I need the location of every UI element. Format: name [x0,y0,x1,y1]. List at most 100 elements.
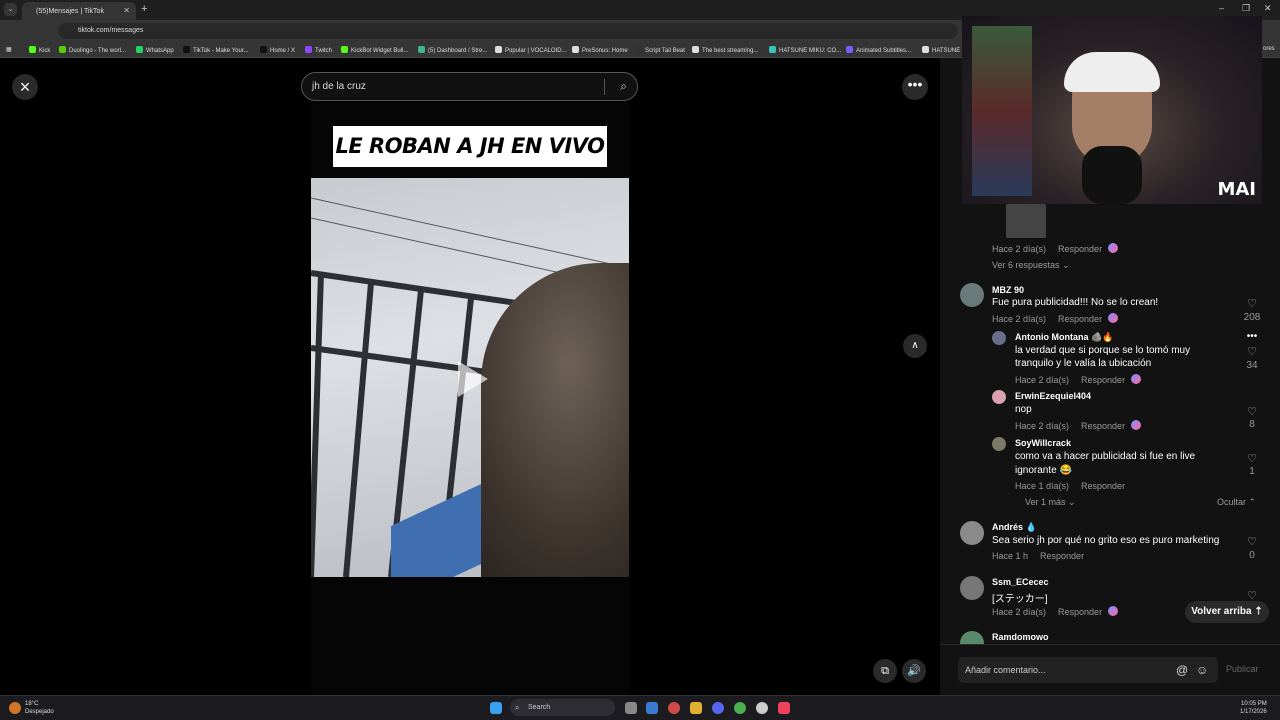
edge-icon[interactable] [646,702,658,714]
reply-button[interactable]: Responder [1058,607,1102,617]
mention-icon[interactable]: @ [1176,657,1188,683]
comment-username[interactable]: Andrés 💧 [992,522,1037,533]
browser-tab[interactable]: (55)Mensajes | TikTok ✕ [22,2,136,20]
avatar[interactable] [992,331,1006,345]
weather-condition: Despejado [25,709,54,715]
emoji-picker-icon[interactable]: ☺ [1196,657,1208,683]
new-tab-icon[interactable]: + [141,3,147,15]
bookmark-icon [418,46,425,53]
bookmark-item[interactable]: Script Tail Beat [635,46,685,54]
comment-username[interactable]: MBZ 90 [992,285,1024,295]
like-count: 8 [1249,419,1255,430]
reply-button[interactable]: Responder [1058,244,1102,254]
comment-meta: Hace 1 día(s) Responder [1015,481,1125,491]
weather-widget[interactable]: 18°C Despejado [25,700,54,716]
emoji-icon: 🪨🔥 [1091,332,1114,342]
heart-icon[interactable]: ♡ [1242,405,1262,418]
more-icon[interactable]: ••• [1242,331,1262,342]
heart-icon[interactable]: ♡ [1242,452,1262,465]
comment-text: la verdad que si porque se lo tomó muy [1015,345,1191,356]
bookmark-item[interactable]: HATSUNE MIKU: CO... [769,46,841,54]
volume-icon[interactable]: 🔊 [902,659,926,683]
comment-username[interactable]: Antonio Montana 🪨🔥 [1015,332,1113,343]
sticker-icon[interactable] [1108,606,1119,616]
bookmark-item[interactable]: Animated Subtitles... [846,46,911,54]
window-close-icon[interactable]: ✕ [1264,3,1272,14]
chatgpt-icon[interactable] [756,702,768,714]
maximize-icon[interactable]: ❐ [1242,3,1250,14]
bookmark-label: Duolingo - The worl... [69,48,126,54]
play-icon[interactable] [458,361,488,397]
taskbar-search[interactable]: ⌕ Search [510,699,615,716]
avatar[interactable] [960,283,984,307]
bookmark-item[interactable]: Duolingo - The worl... [59,46,126,54]
reply-button[interactable]: Responder [1081,481,1125,491]
apps-icon[interactable]: ▦ [6,46,12,53]
view-more-replies-button[interactable]: Ver 1 más ⌄ [1025,497,1076,508]
comment-username[interactable]: SoyWillcrack [1015,438,1071,448]
temperature: 18°C [25,701,39,707]
heart-icon[interactable]: ♡ [1242,297,1262,310]
comment-username[interactable]: ErwinEzequiel404 [1015,391,1091,401]
view-replies-button[interactable]: Ver 6 respuestas ⌄ [992,260,1070,271]
tab-search-button[interactable]: ⌄ [4,3,17,16]
bookmark-item[interactable]: PreSonus: Home [572,46,628,54]
bookmark-label: The best streaming... [702,48,759,54]
minimize-icon[interactable]: – [1219,3,1224,13]
app-icon[interactable] [668,702,680,714]
close-icon[interactable]: × [12,74,38,100]
sticker-icon[interactable] [1131,374,1142,384]
bookmark-item[interactable]: Kick [29,46,50,54]
sticker-icon[interactable] [1108,313,1119,323]
avatar[interactable] [992,390,1006,404]
bookmark-item[interactable]: TikTok - Make Your... [183,46,248,54]
avatar[interactable] [992,437,1006,451]
file-explorer-icon[interactable] [690,702,702,714]
bookmark-item[interactable]: (5) Dashboard / Stre... [418,46,487,54]
start-icon[interactable] [490,702,502,714]
reply-button[interactable]: Responder [1040,551,1084,561]
discord-icon[interactable] [712,702,724,714]
heart-icon[interactable]: ♡ [1242,535,1262,548]
sticker-icon[interactable] [1108,243,1119,253]
tab-close-icon[interactable]: ✕ [123,6,130,15]
comment-username[interactable]: Ssm_ECecec [992,577,1049,587]
video-frame [311,178,629,577]
like-count: 34 [1246,360,1258,371]
avatar[interactable] [960,576,984,600]
comment-text: tranquilo y le valía la ubicación [1015,358,1152,369]
avatar[interactable] [960,521,984,545]
comment-username[interactable]: Ramdomowo [992,632,1049,642]
more-options-icon[interactable]: ••• [902,74,928,100]
chrome-icon[interactable] [734,702,746,714]
bookmark-item[interactable]: KickBot Widget Buil... [341,46,408,54]
bookmark-item[interactable]: WhatsApp [136,46,174,54]
heart-icon[interactable]: ♡ [1242,345,1262,358]
hide-replies-button[interactable]: Ocultar ⌃ [1217,497,1256,508]
task-view-icon[interactable] [625,702,637,714]
back-to-top-button[interactable]: Volver arriba ⇡ [1185,601,1269,623]
reply-button[interactable]: Responder [1058,314,1102,324]
sticker-icon[interactable] [1131,420,1142,430]
music-icon[interactable] [778,702,790,714]
bookmark-item[interactable]: Popular | VOCALOID... [495,46,567,54]
bookmark-item[interactable]: HATSUNE M [922,46,967,54]
bookmark-item[interactable]: Home / X [260,46,295,54]
bookmark-item[interactable]: The best streaming... [692,46,758,54]
search-icon[interactable]: ⌕ [620,73,627,100]
publish-button[interactable]: Publicar [1226,664,1259,674]
search-input[interactable]: jh de la cruz ⌕ [301,72,638,101]
url-field[interactable]: tiktok.com/messages [58,23,958,39]
bookmarks-overflow[interactable]: ores [1263,46,1275,52]
system-clock[interactable]: 10:05 PM 1/17/2026 [1240,700,1267,716]
back-to-top-label: Volver arriba [1191,606,1252,617]
clock-time: 10:05 PM [1241,701,1267,707]
video-player[interactable]: LE ROBAN A JH EN VIVO [311,102,629,695]
reply-button[interactable]: Responder [1081,375,1125,385]
weather-icon[interactable] [9,702,21,714]
bookmark-item[interactable]: Twitch [305,46,332,54]
previous-video-icon[interactable]: ∧ [903,334,927,358]
reply-button[interactable]: Responder [1081,421,1125,431]
comment-input[interactable]: Añadir comentario... @ ☺ [958,657,1218,683]
pip-icon[interactable]: ⧉ [873,659,897,683]
